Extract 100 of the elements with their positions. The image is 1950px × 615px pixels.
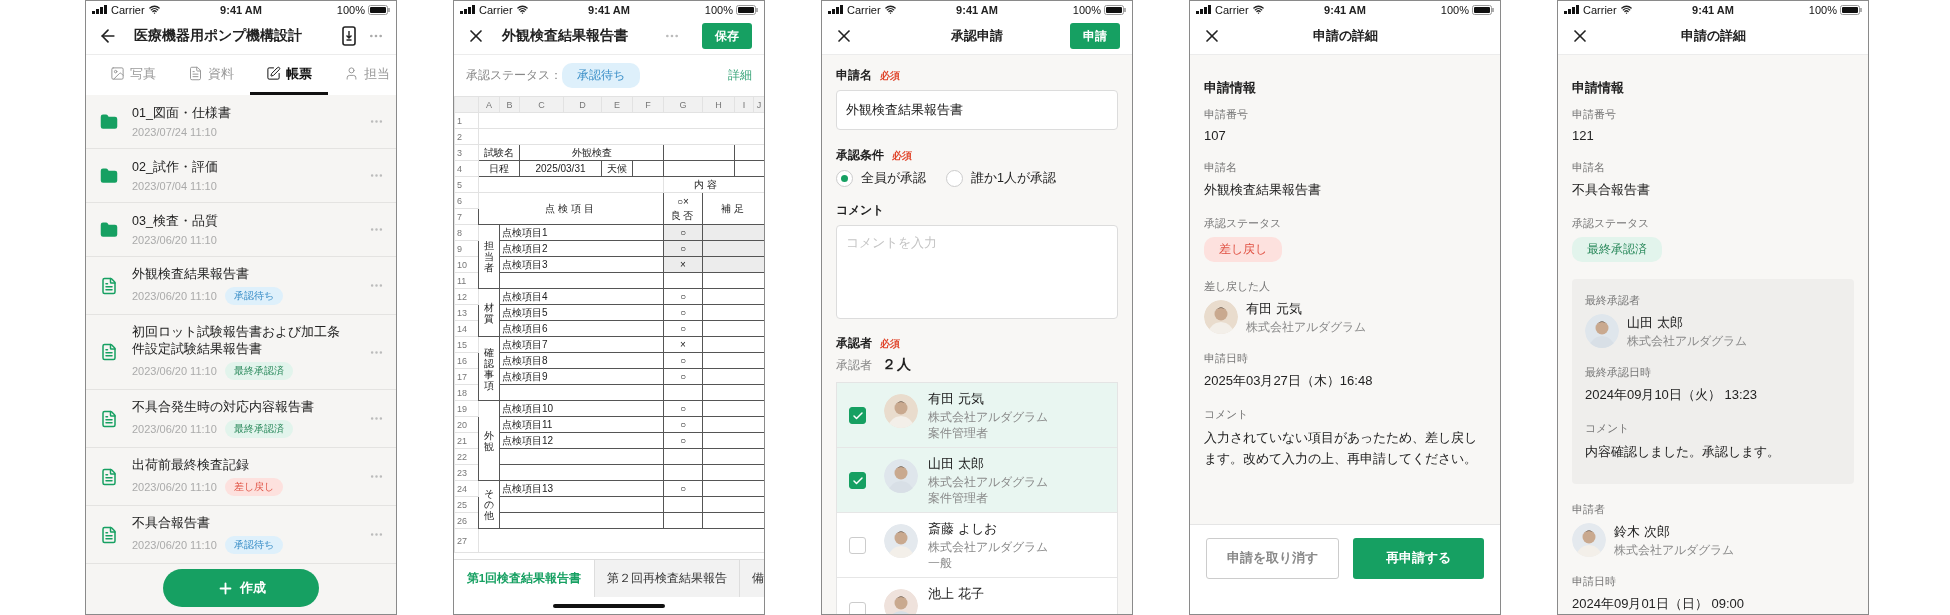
column-header: E [601, 96, 633, 113]
row-number: 5 [454, 176, 479, 193]
cancel-request-button[interactable]: 申請を取り消す [1206, 538, 1339, 579]
person-role: 案件管理者 [928, 491, 989, 505]
sheet-cell: 良否 [671, 208, 695, 223]
input-field[interactable]: 外観検査結果報告書 [836, 90, 1118, 130]
sheet-cell: ○ [663, 480, 703, 497]
status-tag: 最終承認済 [224, 362, 293, 380]
list-item[interactable]: 出荷前最終検査記録 2023/06/20 11:10 差し戻し [86, 448, 396, 506]
avatar [884, 394, 918, 428]
sheet-cell: 確認事項 [478, 336, 500, 401]
sheet-cell: ○ [663, 432, 703, 449]
sheet-cell: 点検項目 [478, 192, 664, 225]
row-number: 2 [454, 128, 479, 145]
signal-icon [828, 5, 844, 14]
comment-text: 内容確認しました。承認します。 [1585, 444, 1780, 461]
sheet-cell: 点検項目4 [499, 288, 664, 305]
field-value: 107 [1204, 128, 1226, 143]
sheet-cell: その他 [478, 480, 500, 529]
field-label: コメント [836, 202, 884, 219]
person-name: 山田 太郎 [1627, 314, 1684, 332]
section-title: 申請情報 [1204, 79, 1257, 97]
battery-percent: 100% [336, 3, 365, 16]
row-number: 11 [454, 272, 479, 289]
sheet-cell: 天候 [601, 160, 633, 177]
radio-option[interactable]: 誰か1人が承認 [946, 170, 1056, 187]
approver-row[interactable]: 有田 元気 株式会社アルダグラム 案件管理者 [837, 383, 1117, 448]
required-mark: 必須 [880, 336, 900, 351]
radio-button[interactable] [836, 170, 853, 187]
status-tag: 最終承認済 [224, 420, 293, 438]
list-item[interactable]: 03_検査・品質 2023/06/20 11:10 [86, 203, 396, 257]
sheet-cell: 点検項目13 [499, 480, 664, 497]
count-label: 承認者 [836, 358, 872, 373]
row-number: 20 [454, 416, 479, 433]
field-label: 申請名 [1204, 160, 1237, 175]
sheet-cell: 外観 [478, 400, 500, 481]
sheet-cell: ○ [663, 416, 703, 433]
status-tag: 差し戻し [224, 478, 283, 496]
item-date: 2023/06/20 11:10 [132, 481, 217, 493]
status-tag: 承認待ち [562, 63, 640, 88]
list-item[interactable]: 01_図面・仕様書 2023/07/24 11:10 [86, 95, 396, 149]
field-label: 申請名 [836, 67, 872, 84]
list-item[interactable]: 外観検査結果報告書 2023/06/20 11:10 承認待ち [86, 257, 396, 315]
item-title: 02_試作・評価 [132, 159, 219, 176]
phone-download-icon[interactable] [342, 26, 356, 46]
sheet-cell: 点検項目8 [499, 352, 664, 369]
list-item[interactable]: 不具合報告書 2023/06/20 11:10 承認待ち [86, 506, 396, 564]
document-icon [100, 409, 118, 428]
screen-title: 承認申請 [951, 27, 1003, 45]
required-mark: 必須 [880, 68, 900, 83]
checkbox[interactable] [849, 537, 866, 554]
section-title: 申請情報 [1572, 79, 1625, 97]
list-item[interactable]: 初回ロット試験報告書および加工条件設定試験結果報告書 2023/06/20 11:10 最終承認済 [86, 315, 396, 390]
field-label: コメント [1585, 421, 1629, 436]
checkbox[interactable] [849, 472, 866, 489]
field-label: 申請日時 [1204, 351, 1248, 366]
battery-percent: 100% [1808, 3, 1837, 16]
battery-icon [368, 4, 390, 15]
project-title: 医療機器用ポンプ機構設計 [134, 27, 302, 45]
signal-icon [1196, 5, 1212, 14]
radio-option[interactable]: 全員が承認 [836, 170, 926, 187]
row-number: 3 [454, 144, 479, 161]
clock-time: 9:41 AM [220, 3, 262, 16]
list-item[interactable]: 不具合発生時の対応内容報告書 2023/06/20 11:10 最終承認済 [86, 390, 396, 448]
column-header: A [478, 96, 500, 113]
clock-time: 9:41 AM [588, 3, 630, 16]
sheet-cell: ○ [663, 320, 703, 337]
battery-percent: 100% [704, 3, 733, 16]
required-mark: 必須 [892, 148, 912, 163]
status-tag: 承認待ち [224, 536, 283, 554]
column-header: J [753, 96, 764, 113]
item-title: 出荷前最終検査記録 [132, 457, 250, 474]
sheet-cell: 点検項目1 [499, 224, 664, 241]
avatar [884, 589, 918, 614]
row-number: 23 [454, 464, 479, 481]
field-value: 外観検査結果報告書 [1204, 181, 1321, 199]
radio-button[interactable] [946, 170, 963, 187]
checkbox[interactable] [849, 602, 866, 614]
document-icon [100, 467, 118, 486]
sheet-cell: ○ [663, 400, 703, 417]
sheet-cell: 試験名 [478, 144, 520, 161]
approver-count: ２人 [882, 356, 912, 374]
field-value: 2024年09月01日（日） 09:00 [1572, 595, 1744, 613]
person-name: 斎藤 よしお [928, 520, 998, 538]
row-number: 12 [454, 288, 479, 305]
checkbox[interactable] [849, 407, 866, 424]
battery-percent: 100% [1072, 3, 1101, 16]
carrier-name: Carrier [1215, 3, 1249, 16]
sheet-cell: 点検項目5 [499, 304, 664, 321]
carrier-name: Carrier [479, 3, 513, 16]
field-label: 最終承認日時 [1585, 365, 1651, 380]
approver-row[interactable]: 山田 太郎 株式会社アルダグラム 案件管理者 [837, 448, 1117, 513]
sheet-cell: ○× [677, 194, 689, 209]
person-name: 有田 元気 [1246, 300, 1303, 318]
item-title: 外観検査結果報告書 [132, 266, 250, 283]
screen-title: 申請の詳細 [1312, 27, 1378, 45]
company-name: 株式会社アルダグラム [928, 540, 1048, 554]
list-item[interactable]: 02_試作・評価 2023/07/04 11:10 [86, 149, 396, 203]
item-title: 初回ロット試験報告書および加工条件設定試験結果報告書 [132, 324, 341, 358]
row-number: 26 [454, 512, 479, 529]
